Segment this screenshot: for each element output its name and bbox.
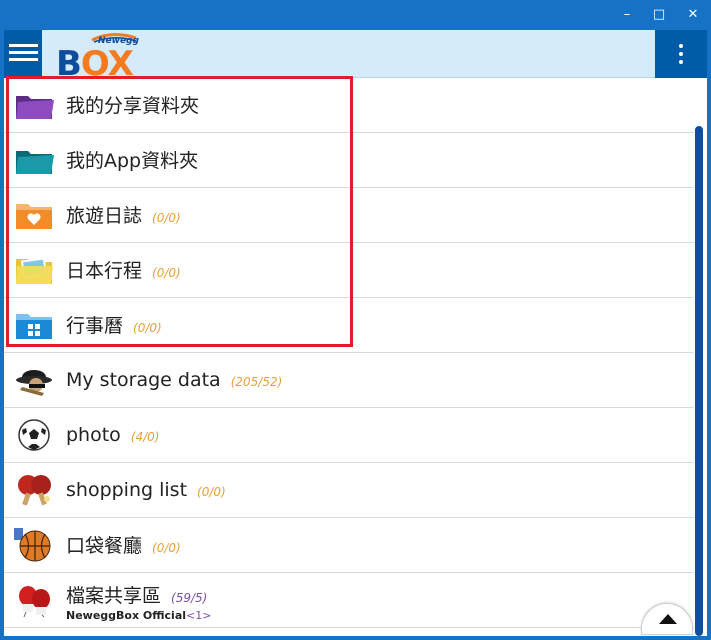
ping-pong-icon [18, 475, 51, 506]
item-label: photo (4/0) [66, 424, 160, 446]
soccer-ball-icon [18, 419, 50, 451]
list-item[interactable]: 旅遊日誌 (0/0) [4, 188, 694, 243]
hamburger-icon [9, 44, 38, 47]
newegg-box-logo: Newegg BOX [52, 32, 142, 84]
list-item[interactable]: 我的App資料夾 [4, 133, 694, 188]
title-bar[interactable]: – □ ✕ [0, 0, 711, 30]
item-label: 檔案共享區 (59/5) [66, 585, 208, 607]
list-item[interactable]: 行事曆 (0/0) [4, 298, 694, 353]
spy-hat-icon [16, 370, 52, 396]
purple-folder-icon [16, 96, 54, 119]
vertical-dots-icon [679, 44, 683, 48]
list-item[interactable]: My storage data (205/52) [4, 353, 694, 408]
item-label: 我的分享資料夾 [66, 95, 200, 117]
list-item[interactable]: 口袋餐廳 (0/0) [4, 518, 694, 573]
vertical-dots-icon-dot [679, 60, 683, 64]
orange-heart-folder-icon [16, 204, 52, 229]
boxing-gloves-icon [19, 586, 50, 617]
window-bottom-border [4, 636, 707, 640]
item-label: 日本行程 (0/0) [66, 260, 181, 282]
list-item[interactable]: shopping list (0/0) [4, 463, 694, 518]
item-label: My storage data (205/52) [66, 369, 283, 391]
app-header: Newegg BOX [4, 30, 707, 84]
folder-list: 我的分享資料夾 我的App資料夾 旅遊日誌 (0/0) 日本行程 (0/0) 行… [4, 78, 694, 628]
item-label: 行事曆 (0/0) [66, 315, 162, 337]
close-button[interactable]: ✕ [676, 4, 710, 26]
vertical-dots-icon-dot [679, 52, 683, 56]
item-label: 口袋餐廳 (0/0) [66, 535, 181, 557]
more-options-button[interactable] [655, 30, 707, 78]
yellow-photo-folder-icon [16, 257, 53, 284]
list-item[interactable]: 檔案共享區 (59/5) NeweggBox Official<1> [4, 573, 694, 628]
blue-grid-folder-icon [16, 314, 52, 339]
hamburger-icon-line [9, 58, 38, 61]
scrollbar-thumb[interactable] [695, 126, 703, 636]
app-content: Newegg BOX 我的分享資料夾 我的App資料夾 旅遊日誌 (0/0) 日… [4, 30, 707, 636]
list-item[interactable]: 我的分享資料夾 [4, 78, 694, 133]
item-label: 旅遊日誌 (0/0) [66, 205, 181, 227]
item-owner: NeweggBox Official<1> [66, 609, 212, 622]
maximize-button[interactable]: □ [642, 4, 676, 26]
item-label: 我的App資料夾 [66, 150, 199, 172]
list-item[interactable]: 日本行程 (0/0) [4, 243, 694, 298]
minimize-button[interactable]: – [610, 4, 644, 26]
basketball-icon [14, 528, 51, 562]
teal-folder-icon [16, 151, 54, 174]
hamburger-icon-line [9, 51, 38, 54]
app-window: – □ ✕ Newegg BOX 我的分享資料夾 我的App資料夾 旅遊日誌 (… [0, 0, 711, 640]
item-label: shopping list (0/0) [66, 479, 226, 501]
hamburger-menu-button[interactable] [4, 30, 42, 78]
up-triangle-icon [659, 614, 677, 624]
list-item[interactable]: photo (4/0) [4, 408, 694, 463]
